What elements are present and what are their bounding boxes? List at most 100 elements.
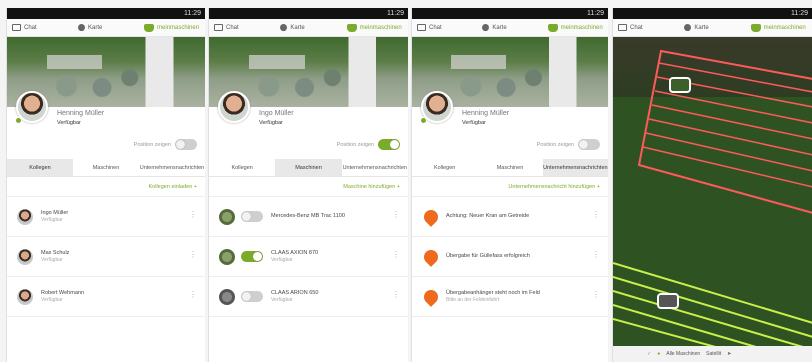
field-line [648,118,812,156]
status-bar: 11:29 [209,8,408,19]
chat-icon [12,24,21,31]
field-line [645,132,812,172]
list-item[interactable]: Mercedes-Benz MB Trac 1100 ⋮ [209,197,408,237]
status-bar: 11:29 [7,8,205,19]
map-mode[interactable]: Satellit [706,351,721,357]
profile-name: Henning Müller [462,110,510,117]
nav-map[interactable]: Karte [679,24,745,31]
machine-toggle[interactable] [241,211,263,222]
list-item[interactable]: CLAAS ARION 650 Verfügbar ⋮ [209,277,408,317]
online-status-dot [420,117,427,124]
more-icon[interactable]: ⋮ [392,211,400,219]
more-icon[interactable]: ⋮ [189,211,197,219]
profile-section: Henning Müller Verfügbar Position zeigen [412,91,608,159]
nav-chat[interactable]: Chat [209,24,275,31]
profile-name: Henning Müller [57,110,105,117]
top-nav: Chat Karte meinmaschinen [7,19,205,37]
more-icon[interactable]: ⋮ [189,251,197,259]
nav-map[interactable]: Karte [275,24,341,31]
status-bar: 11:29 [613,8,812,19]
tab-colleagues[interactable]: Kollegen [7,159,73,176]
satellite-map[interactable] [613,37,812,347]
tab-company-news[interactable]: Unternehmensnachrichten [542,159,608,176]
more-icon[interactable]: ⋮ [592,291,600,299]
machines-filter[interactable]: Alle Maschinen [666,351,700,357]
top-nav: Chat Karte meinmaschinen [209,19,408,37]
position-row: Position zeigen [537,139,600,150]
list-item[interactable]: Ingo Müller Verfügbar ⋮ [7,197,205,237]
profile-avatar[interactable] [218,91,250,123]
more-icon[interactable]: ⋮ [189,291,197,299]
profile-status: Verfügbar [462,120,486,126]
screen-machines: 11:29 Chat Karte meinmaschinen Ingo Müll… [208,8,408,362]
list-item[interactable]: Max Schulz Verfügbar ⋮ [7,237,205,277]
more-icon[interactable]: ⋮ [392,251,400,259]
nav-chat[interactable]: Chat [412,24,477,31]
screen-colleagues: 11:29 Chat Karte meinmaschinen Henning M… [6,8,205,362]
nav-map[interactable]: Karte [477,24,542,31]
tab-company-news[interactable]: Unternehmensnachrichten [139,159,205,176]
machine-toggle[interactable] [241,291,263,302]
tractor-marker[interactable] [669,77,691,93]
machine-toggle[interactable] [241,251,263,262]
map-pin-icon [278,24,289,31]
nav-machines[interactable]: meinmaschinen [746,23,812,32]
map-bottom-bar: ✓ ● Alle Maschinen Satellit ➤ [613,346,812,362]
nav-map[interactable]: Karte [73,24,139,31]
news-pin-icon [421,206,441,227]
news-pin-icon [421,286,441,307]
invite-colleagues-link[interactable]: Kollegen einladen + [7,177,205,197]
nav-chat[interactable]: Chat [7,24,73,31]
locate-icon[interactable]: ➤ [727,351,731,357]
more-icon[interactable]: ⋮ [592,251,600,259]
nav-machines[interactable]: meinmaschinen [543,23,608,32]
list-item[interactable]: Robert Wehmann Verfügbar ⋮ [7,277,205,317]
top-nav: Chat Karte meinmaschinen [613,19,812,37]
field-line [651,104,812,140]
profile-name: Ingo Müller [259,110,294,117]
status-bar: 11:29 [412,8,608,19]
nav-chat[interactable]: Chat [613,24,679,31]
colleague-avatar [17,208,33,225]
list-item[interactable]: Übergabeanhänger steht noch im Feld Bitte… [412,277,608,317]
more-icon[interactable]: ⋮ [592,211,600,219]
add-news-link[interactable]: Unternehmensnachricht hinzufügen + [412,177,608,197]
field-line-green [613,290,804,347]
machine-avatar [219,208,235,225]
list-item[interactable]: CLAAS AXION 870 Verfügbar ⋮ [209,237,408,277]
list-item[interactable]: Achtung: Neuer Kran am Getreide ⋮ [412,197,608,237]
chat-icon [417,24,426,31]
leaf-icon[interactable]: ✓ [647,351,651,357]
position-toggle[interactable] [578,139,600,150]
tab-machines[interactable]: Maschinen [477,159,542,176]
list-item[interactable]: Übergabe für Güllefass erfolgreich ⋮ [412,237,608,277]
tab-colleagues[interactable]: Kollegen [412,159,477,176]
top-nav: Chat Karte meinmaschinen [412,19,608,37]
field-line [654,90,812,124]
tab-machines[interactable]: Maschinen [73,159,139,176]
profile-section: Henning Müller Verfügbar Position zeigen [7,91,205,159]
tractor-icon [750,23,761,32]
position-toggle[interactable] [175,139,197,150]
profile-section: Ingo Müller Verfügbar Position zeigen [209,91,408,159]
tab-colleagues[interactable]: Kollegen [209,159,275,176]
pin-icon[interactable]: ● [657,351,660,357]
chat-icon [618,24,627,31]
tractor-marker[interactable] [657,293,679,309]
profile-status: Verfügbar [259,120,283,126]
position-toggle[interactable] [378,139,400,150]
add-machine-link[interactable]: Maschine hinzufügen + [209,177,408,197]
tab-machines[interactable]: Maschinen [275,159,342,176]
colleague-avatar [17,288,33,305]
field-overlay [613,49,812,347]
tab-bar: Kollegen Maschinen Unternehmensnachricht… [209,159,408,177]
more-icon[interactable]: ⋮ [392,291,400,299]
map-pin-icon [76,24,87,31]
nav-machines[interactable]: meinmaschinen [139,23,205,32]
nav-machines[interactable]: meinmaschinen [342,23,408,32]
screenshot-collage: 11:29 Chat Karte meinmaschinen Henning M… [0,0,812,362]
map-pin-icon [682,24,693,31]
tab-company-news[interactable]: Unternehmensnachrichten [342,159,408,176]
position-row: Position zeigen [337,139,400,150]
field-line [642,146,812,188]
